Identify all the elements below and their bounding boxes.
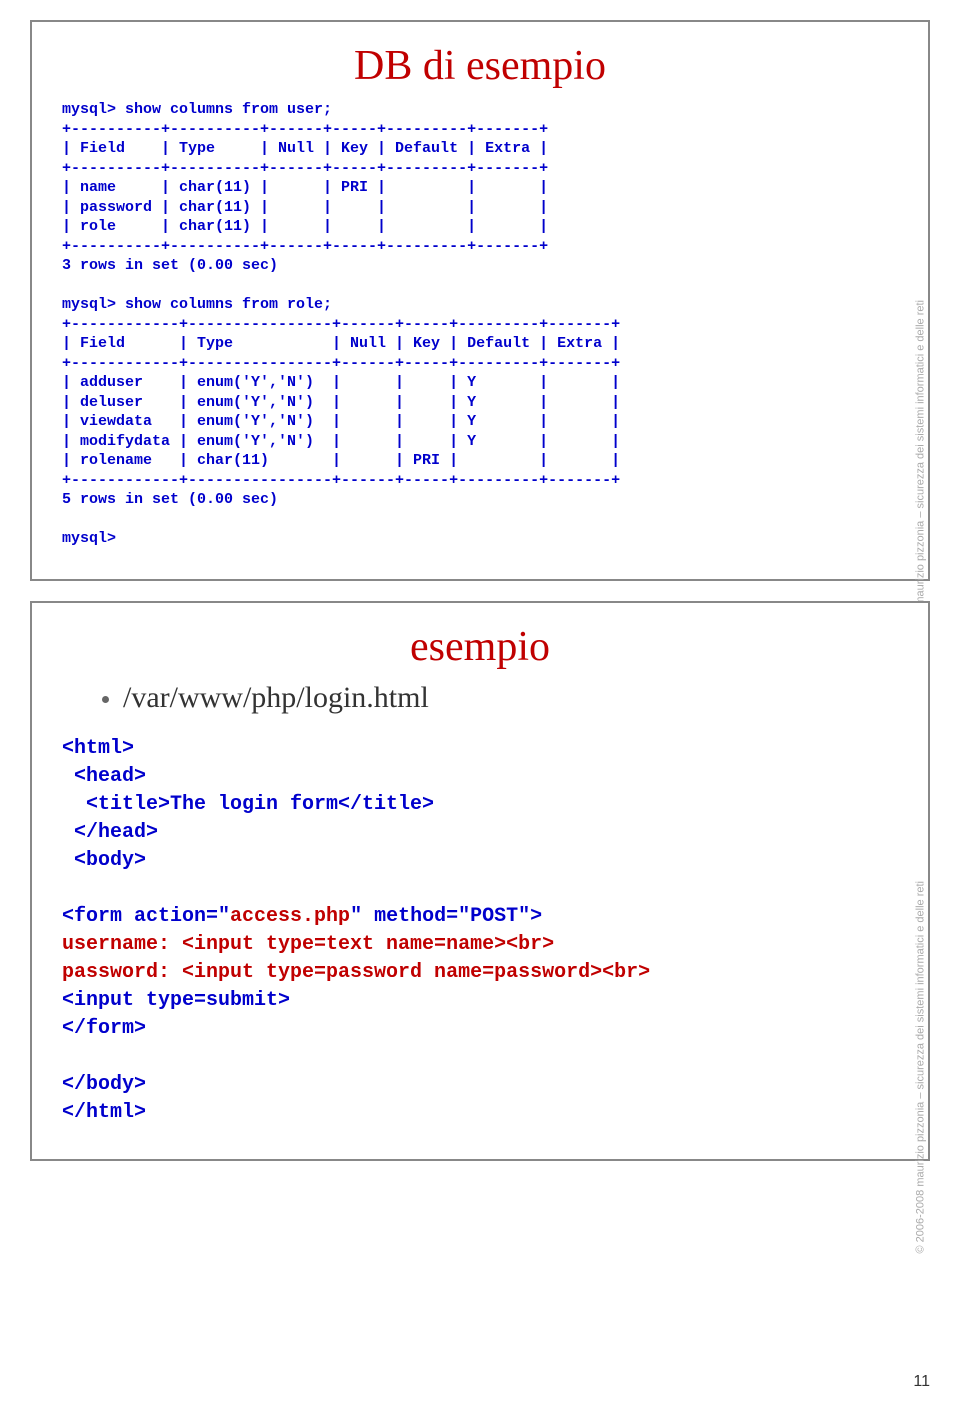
bullet-icon xyxy=(102,696,109,703)
slide-db-esempio: DB di esempio mysql> show columns from u… xyxy=(30,20,930,581)
bullet-text: /var/www/php/login.html xyxy=(123,681,429,714)
html-code-block: <html> <head> <title>The login form</tit… xyxy=(62,735,898,1127)
bullet-item: /var/www/php/login.html xyxy=(102,681,898,715)
sql-output: mysql> show columns from user; +--------… xyxy=(62,100,898,549)
slide-esempio: esempio /var/www/php/login.html <html> <… xyxy=(30,601,930,1161)
page-number: 11 xyxy=(913,1373,930,1391)
slide-title: esempio xyxy=(62,623,898,671)
password-line: password: <input type=password name=pass… xyxy=(62,961,650,984)
username-line: username: <input type=text name=name><br… xyxy=(62,933,554,956)
copyright-text: © 2006-2008 maurizio pizzonia – sicurezz… xyxy=(914,881,926,1254)
slide-title: DB di esempio xyxy=(62,42,898,90)
access-php: access.php xyxy=(230,905,350,928)
